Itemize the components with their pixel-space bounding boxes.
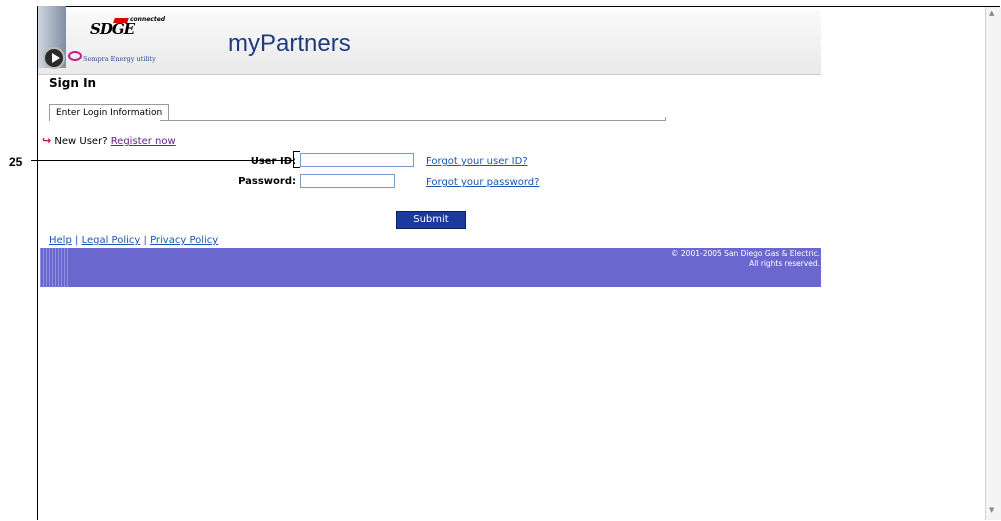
user-id-label: User ID: (250, 156, 296, 167)
submit-button[interactable]: Submit (396, 211, 466, 229)
scroll-up-arrow-icon[interactable]: ▲ (989, 9, 994, 17)
footer-separator: | (143, 235, 147, 246)
footer-links: Help | Legal Policy | Privacy Policy (49, 235, 218, 246)
copyright-line-2: All rights reserved. (749, 259, 820, 268)
vertical-scrollbar[interactable]: ▲ ▼ (985, 7, 1001, 520)
forgot-user-id-link[interactable]: Forgot your user ID? (426, 156, 528, 167)
red-arrow-icon: ↪ (42, 134, 52, 147)
privacy-policy-link[interactable]: Privacy Policy (150, 235, 218, 246)
footer-stripes (40, 248, 70, 287)
tab-enter-login-information[interactable]: Enter Login Information (49, 104, 170, 121)
tab-divider (160, 120, 666, 121)
sempra-energy-logo-text: Sempra Energy utility (83, 55, 156, 63)
register-now-link[interactable]: Register now (111, 136, 176, 147)
logo-connected-text: connected (130, 16, 166, 23)
input-focus-marker (293, 151, 300, 168)
app-title: myPartners (228, 30, 351, 57)
password-label: Password: (238, 176, 296, 187)
copyright-line-1: © 2001-2005 San Diego Gas & Electric. (671, 249, 820, 258)
callout-number: 25 (9, 155, 23, 169)
forgot-password-link[interactable]: Forgot your password? (426, 177, 539, 188)
play-icon[interactable] (43, 47, 65, 69)
tab-divider-end (665, 117, 666, 121)
scroll-down-arrow-icon[interactable]: ▼ (989, 506, 994, 514)
help-link[interactable]: Help (49, 235, 72, 246)
sempra-swirl-icon (68, 51, 82, 61)
new-user-row: ↪ New User? Register now (42, 134, 176, 147)
password-input[interactable] (300, 174, 395, 188)
new-user-label: New User? (54, 136, 108, 147)
sdge-logo-mark (113, 18, 129, 23)
user-id-input[interactable] (300, 153, 414, 167)
copyright-text: © 2001-2005 San Diego Gas & Electric. Al… (671, 249, 820, 269)
footer-separator: | (75, 235, 79, 246)
legal-policy-link[interactable]: Legal Policy (82, 235, 141, 246)
page-title: Sign In (49, 76, 97, 90)
